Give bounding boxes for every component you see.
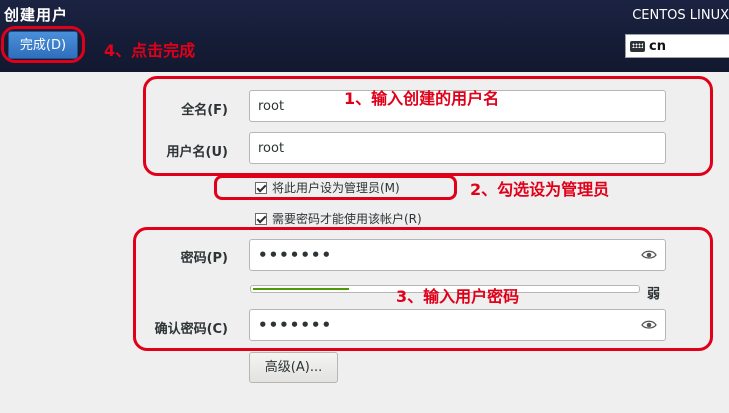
annotation-step4: 4、点击完成 [104, 41, 196, 60]
advanced-button[interactable]: 高级(A)... [249, 352, 338, 383]
product-title: CENTOS LINUX [632, 8, 729, 23]
keyboard-layout-label: cn [649, 38, 666, 54]
annotation-step3: 3、输入用户密码 [396, 287, 520, 306]
header-bar: 创建用户 CENTOS LINUX 完成(D) cn [0, 0, 729, 72]
annotation-step2: 2、勾选设为管理员 [470, 180, 610, 199]
require-password-checkbox-label: 需要密码才能使用该帐户(R) [272, 212, 422, 226]
annotation-box-done [1, 26, 85, 63]
keyboard-icon [630, 40, 645, 52]
keyboard-layout-indicator[interactable]: cn [625, 34, 729, 58]
require-password-checkbox-row[interactable]: 需要密码才能使用该帐户(R) [255, 210, 422, 227]
annotation-box-admin [214, 175, 457, 200]
page-title: 创建用户 [4, 6, 69, 24]
require-password-checkbox[interactable] [255, 212, 267, 225]
annotation-step1: 1、输入创建的用户名 [344, 89, 500, 108]
